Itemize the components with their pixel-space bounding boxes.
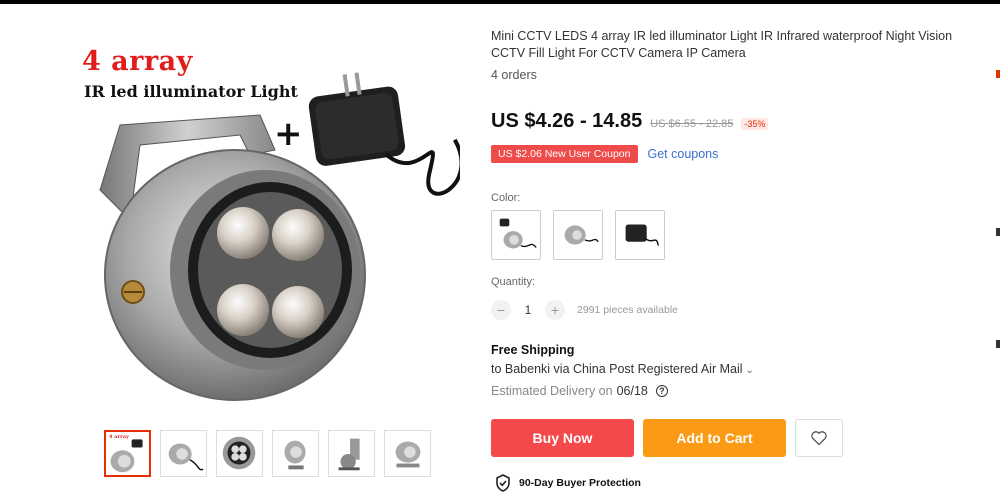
quantity-value[interactable]: 1 <box>521 303 535 317</box>
shield-icon <box>496 474 510 492</box>
quantity-stepper: − 1 + 2991 pieces available <box>491 300 678 320</box>
side-edge-marker <box>996 340 1000 348</box>
hero-subtitle: IR led illuminator Light <box>84 82 298 101</box>
thumbnail-4[interactable] <box>272 430 319 477</box>
original-price: US $6.55 - 22.85 <box>650 118 734 130</box>
coupon-row: US $2.06 New User Coupon Get coupons <box>491 145 718 163</box>
buyer-protection-text: 90-Day Buyer Protection <box>519 477 641 489</box>
help-icon[interactable]: ? <box>655 385 668 397</box>
action-buttons: Buy Now Add to Cart <box>491 419 843 457</box>
product-info: Mini CCTV LEDS 4 array IR led illuminato… <box>491 28 971 492</box>
delivery-date: 06/18 <box>616 384 648 398</box>
price-row: US $4.26 - 14.85 US $6.55 - 22.85 -35% <box>491 110 971 133</box>
top-bar <box>0 0 1000 4</box>
thumbnail-label: 4 array <box>109 434 129 440</box>
product-gallery: 4 array IR led illuminator Light + <box>60 30 460 430</box>
ship-to-selector[interactable]: to Babenki via China Post Registered Air… <box>491 362 754 376</box>
wishlist-button[interactable] <box>795 419 843 457</box>
product-title: Mini CCTV LEDS 4 array IR led illuminato… <box>491 29 953 60</box>
color-option-3[interactable] <box>615 210 665 260</box>
thumbnail-5[interactable] <box>328 430 375 477</box>
color-option-1[interactable] <box>491 210 541 260</box>
quantity-increase-button[interactable]: + <box>545 300 565 320</box>
add-to-cart-button[interactable]: Add to Cart <box>643 419 786 457</box>
hero-title: 4 array <box>82 46 193 77</box>
buyer-protection: 90-Day Buyer Protection <box>495 474 641 492</box>
hero-plus: + <box>274 114 303 154</box>
color-swatches <box>491 210 665 260</box>
current-price: US $4.26 - 14.85 <box>491 110 643 132</box>
thumbnail-2[interactable] <box>160 430 207 477</box>
estimated-delivery: Estimated Delivery on 06/18 ? <box>491 384 668 398</box>
get-coupons-link[interactable]: Get coupons <box>648 147 719 161</box>
pieces-available: 2991 pieces available <box>577 304 678 316</box>
orders-count: 4 orders <box>491 68 537 82</box>
thumbnail-strip: 4 array <box>104 430 431 477</box>
quantity-decrease-button[interactable]: − <box>491 300 511 320</box>
buy-now-button[interactable]: Buy Now <box>491 419 634 457</box>
thumbnail-6[interactable] <box>384 430 431 477</box>
side-edge-marker <box>996 70 1000 78</box>
ship-to-text: to Babenki via China Post Registered Air… <box>491 362 743 376</box>
side-edge-marker <box>996 228 1000 236</box>
thumbnail-1[interactable]: 4 array <box>104 430 151 477</box>
quantity-label: Quantity: <box>491 276 536 288</box>
new-user-coupon[interactable]: US $2.06 New User Coupon <box>491 145 638 163</box>
color-label: Color: <box>491 192 521 204</box>
delivery-label: Estimated Delivery on <box>491 384 613 398</box>
discount-badge: -35% <box>741 118 769 130</box>
chevron-down-icon: ⌄ <box>745 365 754 376</box>
color-option-2[interactable] <box>553 210 603 260</box>
shipping-title: Free Shipping <box>491 343 575 357</box>
heart-icon <box>811 431 827 446</box>
thumbnail-3[interactable] <box>216 430 263 477</box>
